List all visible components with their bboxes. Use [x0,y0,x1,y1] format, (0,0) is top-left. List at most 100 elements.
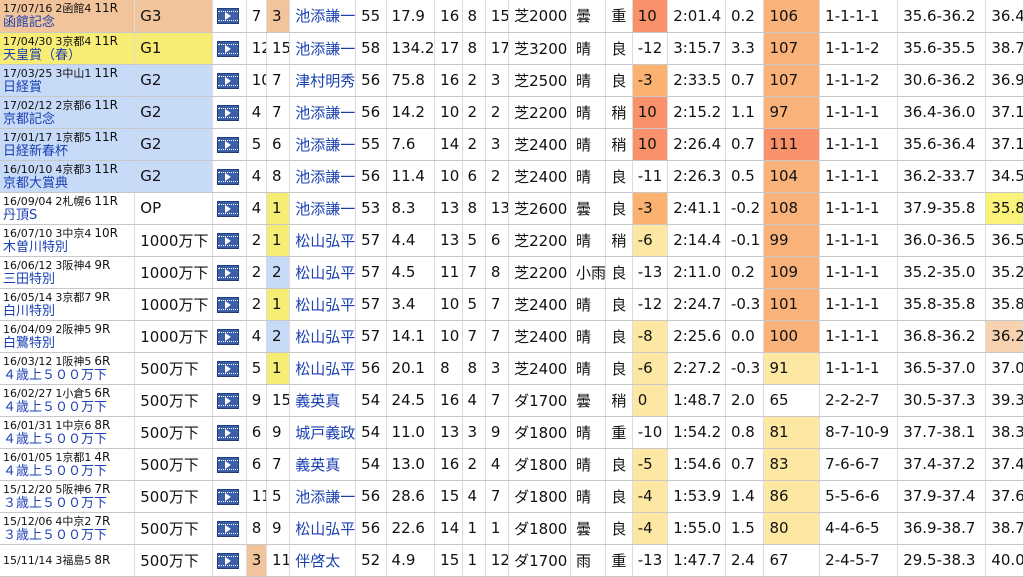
table-row[interactable]: 17/03/253中山111R日経賞G2107津村明秀5675.81623芝25… [0,64,1024,97]
race-name-link[interactable]: 天皇賞（春） [3,48,134,63]
video-icon[interactable] [217,72,240,89]
race-name-link[interactable]: 丹頂S [3,208,134,223]
jockey-link[interactable]: 松山弘平 [289,512,357,545]
video-icon[interactable] [217,104,240,121]
race-name-link[interactable]: 三田特別 [3,272,134,287]
video-icon[interactable] [217,200,240,217]
table-row[interactable]: 16/05/14 3京都7 9R 白川特別 1000万下 2 1 松山弘平 57 3.4 10 5 7 芝… [0,288,1024,321]
race-video-button[interactable] [212,384,247,417]
race-name-link[interactable]: 函館記念 [3,16,134,30]
race-info-cell[interactable]: 17/01/17 1京都5 11R 日経新春杯 [0,128,136,161]
table-row[interactable]: 16/04/09 2阪神5 9R 白鷺特別 1000万下 4 2 松山弘平 57 14.1 10 7 7… [0,320,1024,353]
video-icon[interactable] [217,40,240,57]
race-video-button[interactable] [212,0,247,33]
race-video-button[interactable] [212,352,247,385]
video-icon[interactable] [217,424,240,441]
table-row[interactable]: 17/01/17 1京都5 11R 日経新春杯 G2 5 6 池添謙一 55 7.6 14 2 3 芝24… [0,128,1024,161]
jockey-link[interactable]: 松山弘平 [289,320,357,353]
race-name-link[interactable]: 京都記念 [3,112,134,127]
jockey-link[interactable]: 城戸義政 [289,416,357,449]
video-icon[interactable] [217,520,240,537]
race-video-button[interactable] [212,256,247,289]
jockey-link[interactable]: 伴啓太 [289,544,357,577]
race-name-link[interactable]: ３歳上５００万下 [3,496,134,511]
race-name-link[interactable]: 日経新春杯 [3,144,134,159]
race-info-cell[interactable]: 17/04/30 3京都4 11R 天皇賞（春） [0,32,136,65]
jockey-link[interactable]: 池添謙一 [289,96,357,129]
race-info-cell[interactable]: 16/02/27 1小倉5 6R ４歳上５００万下 [0,384,136,417]
table-row[interactable]: 16/01/05 1京都1 4R ４歳上５００万下 500万下 6 7 義英真 54 13.0 16… [0,448,1024,481]
race-info-cell[interactable]: 16/01/31 1中京6 8R ４歳上５００万下 [0,416,136,449]
race-info-cell[interactable]: 16/10/10 4京都3 11R 京都大賞典 [0,160,136,193]
table-row[interactable]: 16/03/12 1阪神5 6R ４歳上５００万下 500万下 5 1 松山弘平 56 20.1 8… [0,352,1024,385]
jockey-link[interactable]: 義英真 [289,448,357,481]
race-name-link[interactable]: 白川特別 [3,304,134,319]
jockey-link[interactable]: 池添謙一 [289,480,357,513]
race-video-button[interactable] [212,32,247,65]
table-row[interactable]: 15/12/205阪神67R３歳上５００万下500万下 115池添謙一5628.6… [0,480,1024,513]
race-name-link[interactable]: ４歳上５００万下 [3,464,134,479]
video-icon[interactable] [217,296,240,313]
race-video-button[interactable] [212,128,247,161]
race-info-cell[interactable]: 16/06/12 3阪神4 9R 三田特別 [0,256,136,289]
table-row[interactable]: 16/07/10 3中京4 10R 木曽川特別 1000万下 2 1 松山弘平 57 4.4 13 5… [0,224,1024,257]
race-video-button[interactable] [212,96,247,129]
video-icon[interactable] [217,328,240,345]
race-info-cell[interactable]: 16/01/05 1京都1 4R ４歳上５００万下 [0,448,136,481]
race-info-cell[interactable]: 16/09/04 2札幌6 11R 丹頂S [0,192,136,225]
race-name-link[interactable]: ４歳上５００万下 [3,432,134,447]
jockey-link[interactable]: 松山弘平 [289,224,357,257]
race-video-button[interactable] [212,160,247,193]
race-name-link[interactable]: 日経賞 [3,80,134,95]
race-info-cell[interactable]: 16/04/09 2阪神5 9R 白鷺特別 [0,320,136,353]
race-info-cell[interactable]: 16/05/14 3京都7 9R 白川特別 [0,288,136,321]
video-icon[interactable] [217,136,240,153]
jockey-link[interactable]: 池添謙一 [289,0,357,33]
jockey-link[interactable]: 松山弘平 [289,256,357,289]
race-video-button[interactable] [212,544,247,577]
race-video-button[interactable] [212,448,247,481]
race-info-cell[interactable]: 15/12/20 5阪神6 7R ３歳上５００万下 [0,480,136,513]
table-row[interactable]: 17/04/303京都411R天皇賞（春）G11215池添謙一58134.217… [0,32,1024,65]
race-video-button[interactable] [212,192,247,225]
video-icon[interactable] [217,552,240,569]
jockey-link[interactable]: 池添謙一 [289,192,357,225]
video-icon[interactable] [217,8,240,25]
table-row[interactable]: 16/02/27 1小倉5 6R ４歳上５００万下 500万下 9 15 義英真 54 24.5 1… [0,384,1024,417]
race-info-cell[interactable]: 16/03/12 1阪神5 6R ４歳上５００万下 [0,352,136,385]
jockey-link[interactable]: 池添謙一 [289,128,357,161]
race-name-link[interactable]: ３歳上５００万下 [3,528,134,543]
jockey-link[interactable]: 池添謙一 [289,160,357,193]
table-row[interactable]: 16/01/31 1中京6 8R ４歳上５００万下 500万下 6 9 城戸義政 54 11.0 1… [0,416,1024,449]
jockey-link[interactable]: 津村明秀 [289,64,357,97]
jockey-link[interactable]: 松山弘平 [289,352,357,385]
race-info-cell[interactable]: 15/12/06 4中京2 7R ３歳上５００万下 [0,512,136,545]
race-name-link[interactable]: 京都大賞典 [3,176,134,191]
video-icon[interactable] [217,168,240,185]
race-video-button[interactable] [212,416,247,449]
race-video-button[interactable] [212,480,247,513]
race-info-cell[interactable]: 17/03/25 3中山1 11R 日経賞 [0,64,136,97]
race-info-cell[interactable]: 15/11/14 3福島5 8R [0,544,136,577]
race-info-cell[interactable]: 16/07/10 3中京4 10R 木曽川特別 [0,224,136,257]
race-name-link[interactable]: 白鷺特別 [3,336,134,351]
table-row[interactable]: 16/09/04 2札幌6 11R 丹頂S OP 4 1 池添謙一 53 8.3 13 8 13 芝260… [0,192,1024,225]
table-row[interactable]: 16/10/10 4京都3 11R 京都大賞典 G2 4 8 池添謙一 56 11.4 10 6 2 芝2… [0,160,1024,193]
race-info-cell[interactable]: 17/02/12 2京都6 11R 京都記念 [0,96,136,129]
race-name-link[interactable]: 木曽川特別 [3,240,134,255]
table-row[interactable]: 15/12/06 4中京2 7R ３歳上５００万下 500万下 8 9 松山弘平 56 22.6 1… [0,512,1024,545]
jockey-link[interactable]: 義英真 [289,384,357,417]
race-video-button[interactable] [212,288,247,321]
video-icon[interactable] [217,232,240,249]
table-row[interactable]: 15/11/14 3福島5 8R 500万下 3 11 伴啓太 52 4.9 15 1 12 ダ1700… [0,544,1024,577]
jockey-link[interactable]: 松山弘平 [289,288,357,321]
video-icon[interactable] [217,456,240,473]
jockey-link[interactable]: 池添謙一 [289,32,357,65]
race-video-button[interactable] [212,320,247,353]
race-info-cell[interactable]: 17/07/16 2函館4 11R 函館記念 [0,0,136,33]
video-icon[interactable] [217,392,240,409]
race-name-link[interactable]: ４歳上５００万下 [3,368,134,383]
table-row[interactable]: 17/07/16 2函館4 11R 函館記念 G3 7 3 池添謙一 55 17.9 16 8 15 芝2… [0,0,1024,33]
race-video-button[interactable] [212,224,247,257]
video-icon[interactable] [217,360,240,377]
